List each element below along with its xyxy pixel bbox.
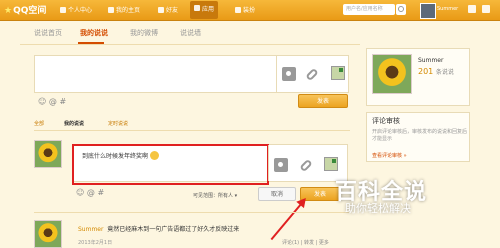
nav-personal-center[interactable]: 个人中心	[60, 5, 92, 14]
star-icon: ★	[4, 6, 13, 16]
tab-shuoshuo-home[interactable]: 说说首页	[34, 28, 62, 38]
friends-icon	[158, 7, 164, 13]
review-title: 评论审核	[372, 117, 400, 125]
cancel-button[interactable]: 取消	[258, 187, 296, 201]
highlight-box	[72, 144, 269, 185]
emoji-icon[interactable]: ☺	[76, 188, 84, 197]
filter-timed[interactable]: 定时说说	[108, 120, 128, 127]
post-content: Summer 竟然已经麻木到一句广告语都过了好久才反映过来	[78, 226, 240, 233]
home-icon	[60, 7, 66, 13]
nav-apps[interactable]: 应用	[190, 1, 219, 19]
search-icon[interactable]	[396, 4, 406, 15]
post-actions: 评论(1) | 转发 | 更多	[282, 240, 329, 246]
post-author[interactable]: Summer	[78, 226, 103, 233]
profile-name[interactable]: Summer	[418, 57, 443, 64]
review-link[interactable]: 查看评论审核 »	[372, 152, 407, 159]
tab-divider	[20, 44, 360, 45]
nav-decorate[interactable]: 装扮	[235, 5, 255, 14]
filter-all[interactable]: 全部	[34, 120, 44, 127]
watermark-subtitle: 助你轻松解决	[345, 202, 411, 215]
camera-icon[interactable]	[282, 67, 296, 81]
user-avatar[interactable]	[34, 140, 62, 168]
camera-icon[interactable]	[274, 158, 288, 172]
tab-my-shuoshuo[interactable]: 我的说说	[80, 28, 108, 38]
page-icon	[108, 7, 114, 13]
divider	[34, 130, 350, 131]
profile-avatar[interactable]	[372, 54, 412, 94]
username[interactable]: Summer	[437, 6, 458, 12]
reply-tools: ☺ @ #	[76, 188, 104, 197]
mention-icon[interactable]: @	[87, 188, 95, 197]
publish-button[interactable]: 发表	[298, 94, 348, 108]
post-author-avatar[interactable]	[34, 220, 62, 248]
shirt-icon	[235, 7, 241, 13]
top-navigation-bar: ★QQ空间 个人中心 我的主页 好友 应用 装扮 用户名/应用名称 Summer	[0, 0, 500, 21]
review-description: 开启评论审核后，审核发布的说说和回复后才能显示	[372, 129, 468, 142]
comment-link[interactable]: 评论(1)	[282, 240, 299, 246]
hashtag-icon[interactable]: #	[97, 188, 104, 197]
divider	[34, 212, 350, 213]
mention-icon[interactable]: @	[49, 97, 57, 106]
nav-my-homepage[interactable]: 我的主页	[108, 5, 140, 14]
search-input[interactable]: 用户名/应用名称	[343, 4, 395, 15]
hashtag-icon[interactable]: #	[59, 97, 66, 106]
more-link[interactable]: 更多	[319, 240, 329, 246]
post-date: 2013年2月1日	[78, 240, 113, 246]
qzone-logo[interactable]: ★QQ空间	[4, 3, 46, 16]
avatar[interactable]	[420, 3, 436, 19]
forward-link[interactable]: 转发	[304, 240, 314, 246]
active-tab-indicator	[78, 42, 104, 44]
image-icon[interactable]	[331, 66, 345, 80]
mail-icon[interactable]	[468, 5, 476, 13]
composer-tools: ☺ @ #	[38, 97, 66, 106]
settings-icon[interactable]	[482, 5, 490, 13]
apps-grid-icon	[194, 5, 200, 11]
tab-my-weibo[interactable]: 我的微博	[130, 28, 158, 38]
tab-shuoshuo-wall[interactable]: 说说墙	[180, 28, 201, 38]
image-icon[interactable]	[324, 157, 338, 171]
emoji-icon[interactable]: ☺	[38, 97, 46, 106]
visibility-selector[interactable]: 可见范围：所有人 ▾	[193, 192, 237, 199]
shuoshuo-count: 201 条说说	[418, 67, 454, 76]
nav-friends[interactable]: 好友	[158, 5, 178, 14]
filter-mine[interactable]: 我的说说	[64, 120, 84, 127]
